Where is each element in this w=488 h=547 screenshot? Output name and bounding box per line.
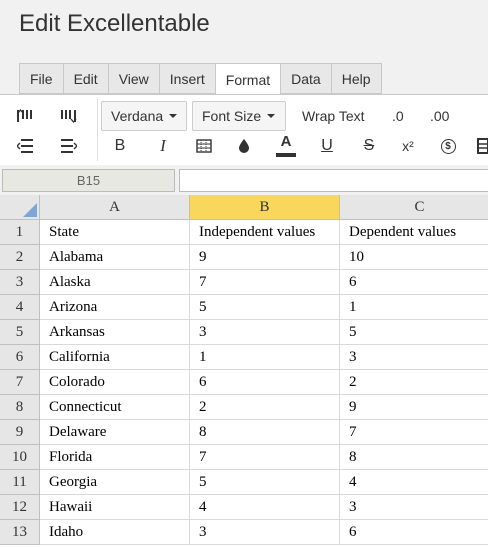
table-cell[interactable]: 3 (340, 495, 488, 520)
font-family-value: Verdana (111, 108, 164, 124)
menu-tab-data[interactable]: Data (280, 63, 331, 94)
table-cell[interactable]: Connecticut (40, 395, 190, 420)
row-header[interactable]: 12 (0, 495, 40, 520)
chevron-down-icon (267, 114, 276, 118)
menu-tab-help[interactable]: Help (330, 63, 382, 94)
wrap-text-button[interactable]: Wrap Text (302, 108, 365, 124)
table-cell[interactable]: Delaware (40, 420, 190, 445)
table-cell[interactable]: 7 (190, 270, 340, 295)
table-cell[interactable]: 8 (190, 420, 340, 445)
table-cell[interactable]: California (40, 345, 190, 370)
superscript-icon[interactable]: x² (397, 136, 419, 156)
row-header[interactable]: 2 (0, 245, 40, 270)
table-cell[interactable]: Colorado (40, 370, 190, 395)
font-color-icon[interactable]: A (275, 134, 297, 158)
menu-tab-edit[interactable]: Edit (62, 63, 108, 94)
name-box[interactable]: B15 (2, 169, 175, 192)
decimal-increase-button[interactable]: .00 (430, 108, 449, 124)
table-cell[interactable]: Georgia (40, 470, 190, 495)
table-cell[interactable]: 3 (190, 320, 340, 345)
table-cell[interactable]: 3 (190, 520, 340, 545)
table-cell[interactable]: 2 (190, 395, 340, 420)
row-header[interactable]: 5 (0, 320, 40, 345)
table-cell[interactable]: 1 (340, 295, 488, 320)
corner-triangle-icon (23, 203, 37, 217)
format-toolbar: Verdana Font Size Wrap Text .0 .00 B I A… (0, 95, 488, 165)
menu-tab-format[interactable]: Format (214, 63, 281, 95)
spreadsheet-grid: A B C 1 State Independent values Dependent val… (0, 195, 488, 547)
column-header-c[interactable]: C (340, 195, 488, 220)
formula-bar[interactable] (179, 169, 488, 192)
indent-increase-icon[interactable] (15, 106, 37, 126)
bold-icon[interactable]: B (109, 136, 131, 156)
currency-icon[interactable]: $ (437, 136, 459, 156)
table-cell[interactable]: 6 (340, 270, 488, 295)
table-cell[interactable]: 7 (340, 420, 488, 445)
row-header[interactable]: 7 (0, 370, 40, 395)
row-header[interactable]: 9 (0, 420, 40, 445)
row-header[interactable]: 3 (0, 270, 40, 295)
chevron-down-icon (169, 114, 178, 118)
underline-icon[interactable]: U (316, 136, 338, 156)
table-cell[interactable]: 5 (190, 470, 340, 495)
align-left-icon[interactable] (15, 136, 37, 156)
more-icon[interactable] (476, 136, 488, 156)
borders-icon[interactable] (193, 136, 215, 156)
row-header[interactable]: 4 (0, 295, 40, 320)
table-cell[interactable]: 2 (340, 370, 488, 395)
page-title: Edit Excellentable (19, 10, 210, 37)
row-header[interactable]: 1 (0, 220, 40, 245)
font-color-bar (276, 153, 296, 157)
font-color-label: A (280, 133, 292, 150)
table-cell[interactable]: 5 (340, 320, 488, 345)
row-header[interactable]: 10 (0, 445, 40, 470)
italic-icon[interactable]: I (152, 136, 174, 156)
strikethrough-icon[interactable]: S (358, 136, 380, 156)
decimal-decrease-button[interactable]: .0 (392, 108, 404, 124)
table-cell[interactable]: Dependent values (340, 220, 488, 245)
table-cell[interactable]: 7 (190, 445, 340, 470)
currency-label: $ (440, 138, 456, 154)
menu-tab-file[interactable]: File (19, 63, 63, 94)
table-cell[interactable]: 1 (190, 345, 340, 370)
select-all-corner[interactable] (0, 195, 40, 220)
table-cell[interactable]: Arizona (40, 295, 190, 320)
font-family-dropdown[interactable]: Verdana (101, 101, 187, 131)
fill-color-icon[interactable] (233, 136, 255, 156)
table-cell[interactable]: Independent values (190, 220, 340, 245)
font-size-dropdown[interactable]: Font Size (192, 101, 286, 131)
table-cell[interactable]: 4 (190, 495, 340, 520)
app-window: Edit Excellentable File Edit View Insert… (0, 0, 488, 547)
indent-decrease-icon[interactable] (57, 106, 79, 126)
column-header-a[interactable]: A (40, 195, 190, 220)
table-cell[interactable]: Arkansas (40, 320, 190, 345)
table-cell[interactable]: 3 (340, 345, 488, 370)
menu-tab-insert[interactable]: Insert (158, 63, 215, 94)
table-cell[interactable]: Alabama (40, 245, 190, 270)
toolbar-separator (97, 99, 98, 161)
table-cell[interactable]: 8 (340, 445, 488, 470)
align-right-icon[interactable] (57, 136, 79, 156)
row-header[interactable]: 11 (0, 470, 40, 495)
font-size-label: Font Size (202, 108, 262, 124)
row-header[interactable]: 8 (0, 395, 40, 420)
table-cell[interactable]: 5 (190, 295, 340, 320)
table-cell[interactable]: Hawaii (40, 495, 190, 520)
row-header[interactable]: 6 (0, 345, 40, 370)
table-cell[interactable]: Alaska (40, 270, 190, 295)
table-cell[interactable]: 4 (340, 470, 488, 495)
row-header[interactable]: 13 (0, 520, 40, 545)
table-cell[interactable]: 10 (340, 245, 488, 270)
table-cell[interactable]: 9 (340, 395, 488, 420)
table-cell[interactable]: 9 (190, 245, 340, 270)
column-header-b[interactable]: B (190, 195, 340, 220)
table-cell[interactable]: Idaho (40, 520, 190, 545)
table-cell[interactable]: State (40, 220, 190, 245)
menu-bar: File Edit View Insert Format Data Help (19, 63, 382, 95)
table-cell[interactable]: Florida (40, 445, 190, 470)
table-cell[interactable]: 6 (190, 370, 340, 395)
table-cell[interactable]: 6 (340, 520, 488, 545)
menu-tab-view[interactable]: View (107, 63, 159, 94)
